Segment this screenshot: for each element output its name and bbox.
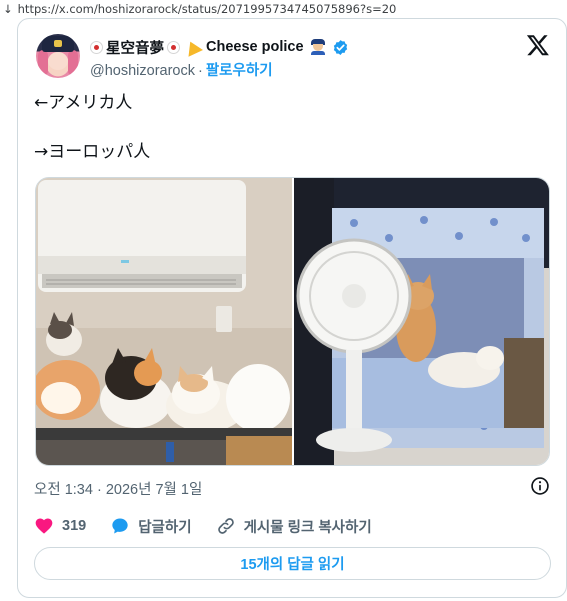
tweet-line-1: ←アメリカ人 [34, 93, 133, 113]
media-grid [35, 177, 550, 466]
reply-label: 답글하기 [138, 519, 192, 536]
author-handle-row: @hoshizorarock · 팔로우하기 [90, 59, 273, 80]
avatar[interactable] [36, 34, 80, 78]
follow-button[interactable]: 팔로우하기 [206, 63, 273, 79]
browser-url-bar[interactable]: ↓ https://x.com/hoshizorarock/status/2071… [0, 0, 567, 18]
speech-bubble-icon [112, 518, 128, 534]
photo-cats-under-air-conditioner[interactable] [36, 178, 292, 465]
cheese-icon [183, 37, 203, 57]
info-icon[interactable] [530, 476, 550, 496]
like-button[interactable]: 319 [34, 516, 86, 536]
copy-link-label: 게시물 링크 복사하기 [243, 519, 372, 536]
read-replies-button[interactable]: 15개의 답글 읽기 [34, 547, 551, 580]
read-replies-label: 15개의 답글 읽기 [240, 557, 345, 573]
photo-cats-in-tent[interactable] [293, 178, 549, 465]
heart-icon [35, 518, 53, 534]
download-arrow-icon: ↓ [3, 2, 13, 16]
cats-shelf-image [36, 178, 292, 465]
tweet-text: ←アメリカ人 →ヨーロッパ人 [34, 91, 544, 165]
cats-tent-image [293, 178, 549, 465]
link-icon [217, 518, 234, 534]
x-logo-icon[interactable] [526, 33, 550, 57]
japan-flag-icon [90, 40, 103, 54]
verified-badge-icon [333, 39, 347, 55]
japan-flag-icon [167, 40, 180, 54]
url-text[interactable]: https://x.com/hoshizorarock/status/20719… [18, 2, 397, 16]
like-count: 319 [62, 518, 87, 534]
author-name[interactable]: 星空音夢 Cheese police [90, 37, 349, 57]
embedded-tweet-card[interactable]: 星空音夢 Cheese police @hoshizorarock · 팔로우하기 … [17, 18, 567, 598]
author-name-text: 星空音夢 [106, 40, 164, 57]
separator-dot: · [197, 63, 203, 79]
tweet-line-2: →ヨーロッパ人 [34, 142, 151, 162]
author-handle[interactable]: @hoshizorarock [90, 63, 195, 79]
action-bar: 319 답글하기 게시물 링크 복사하기 [34, 515, 396, 537]
tweet-timestamp[interactable]: 오전 1:34 · 2026년 7월 1일 [34, 478, 202, 499]
reply-button[interactable]: 답글하기 [110, 516, 192, 537]
copy-link-button[interactable]: 게시물 링크 복사하기 [216, 516, 372, 537]
police-officer-icon [310, 39, 326, 55]
author-name-suffix: Cheese police [206, 39, 304, 55]
